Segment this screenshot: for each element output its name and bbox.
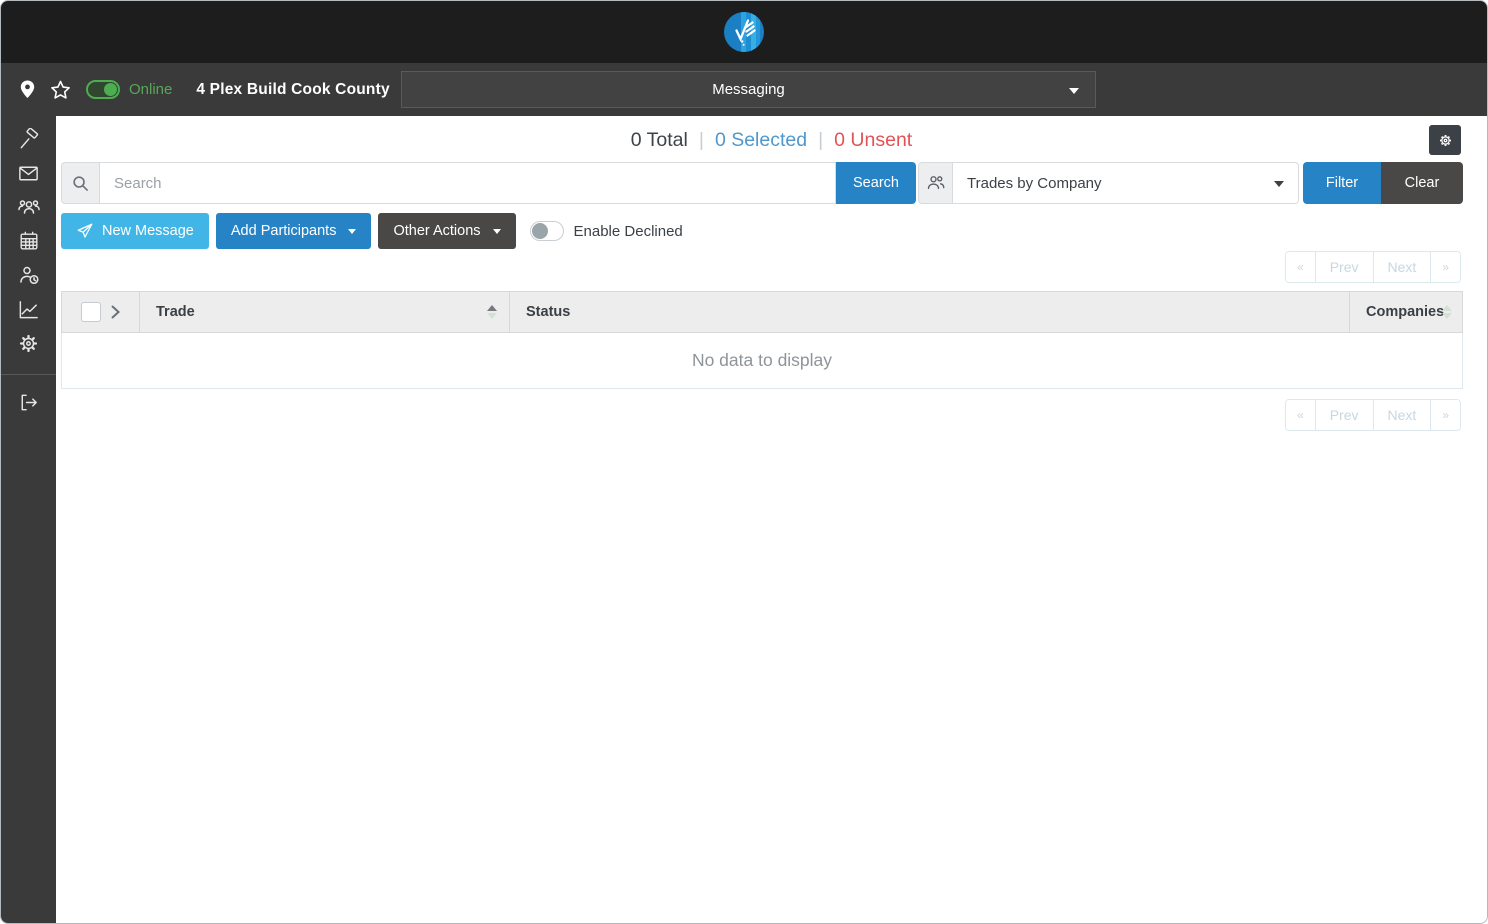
gear-icon bbox=[1439, 134, 1451, 146]
add-participants-label: Add Participants bbox=[230, 223, 337, 239]
select-all-cell bbox=[62, 292, 139, 332]
column-header-status[interactable]: Status bbox=[509, 292, 1349, 332]
total-count: 0 Total bbox=[630, 129, 688, 151]
map-pin-icon[interactable] bbox=[20, 80, 35, 99]
top-bar bbox=[1, 1, 1487, 63]
star-icon[interactable] bbox=[50, 80, 71, 100]
logout-icon bbox=[21, 394, 37, 410]
next-page-button[interactable]: Next bbox=[1372, 252, 1431, 282]
sidebar-divider bbox=[1, 374, 56, 375]
search-row: Search Trades by Company bbox=[61, 162, 1463, 204]
page-select-messaging[interactable]: Messaging bbox=[401, 71, 1096, 108]
caret-down-icon bbox=[1274, 181, 1284, 187]
buildingconnected-logo-icon[interactable] bbox=[724, 12, 764, 52]
search-input-group bbox=[61, 162, 836, 204]
search-input[interactable] bbox=[99, 162, 836, 204]
sidebar-item-line-chart[interactable] bbox=[1, 292, 56, 326]
unsent-count[interactable]: 0 Unsent bbox=[834, 129, 912, 152]
sidebar-item-mail[interactable] bbox=[1, 156, 56, 190]
other-actions-button[interactable]: Other Actions bbox=[378, 213, 516, 249]
calendar-icon bbox=[20, 231, 37, 250]
messages-table: Trade Status Companies No data to displa… bbox=[61, 291, 1463, 389]
table-settings-button[interactable] bbox=[1429, 125, 1461, 155]
sidebar-item-logout[interactable] bbox=[1, 385, 56, 419]
group-by-group: Trades by Company bbox=[918, 162, 1299, 204]
people-duo-icon bbox=[927, 176, 944, 190]
column-header-companies[interactable]: Companies bbox=[1349, 292, 1464, 332]
new-message-label: New Message bbox=[102, 223, 194, 239]
last-page-button[interactable]: » bbox=[1430, 400, 1460, 430]
search-button[interactable]: Search bbox=[836, 162, 916, 204]
column-label: Status bbox=[526, 304, 571, 320]
sort-up-icon bbox=[1442, 305, 1452, 311]
sidebar-item-hammer[interactable] bbox=[1, 122, 56, 156]
toggle-knob bbox=[104, 83, 117, 96]
main-content: 0 Total | 0 Selected | 0 Unsent Search S… bbox=[56, 116, 1487, 923]
message-counts: 0 Total | 0 Selected | 0 Unsent bbox=[56, 129, 1487, 152]
sort-down-icon bbox=[487, 313, 497, 319]
sidebar bbox=[1, 116, 56, 923]
first-page-button[interactable]: « bbox=[1286, 400, 1315, 430]
enable-declined-toggle[interactable] bbox=[529, 221, 564, 241]
next-page-button[interactable]: Next bbox=[1372, 400, 1431, 430]
group-by-select[interactable]: Trades by Company bbox=[952, 162, 1299, 204]
search-addon bbox=[61, 162, 99, 204]
search-icon bbox=[73, 175, 88, 191]
caret-down-icon bbox=[348, 228, 357, 234]
sort-up-icon bbox=[487, 305, 497, 311]
pagination-top: « Prev Next » bbox=[1285, 251, 1461, 283]
paper-plane-icon bbox=[77, 223, 93, 238]
select-all-checkbox[interactable] bbox=[81, 302, 101, 322]
caret-down-icon bbox=[1069, 88, 1079, 94]
page-select-label: Messaging bbox=[712, 81, 785, 98]
line-chart-icon bbox=[19, 300, 38, 318]
last-page-button[interactable]: » bbox=[1430, 252, 1460, 282]
selected-count[interactable]: 0 Selected bbox=[715, 129, 807, 152]
person-clock-icon bbox=[19, 266, 39, 285]
sidebar-item-calendar[interactable] bbox=[1, 224, 56, 258]
column-label: Trade bbox=[156, 304, 195, 320]
sidebar-item-settings[interactable] bbox=[1, 326, 56, 360]
new-message-button[interactable]: New Message bbox=[61, 213, 209, 249]
sort-indicator bbox=[1442, 305, 1452, 319]
online-toggle[interactable] bbox=[86, 80, 120, 99]
first-page-button[interactable]: « bbox=[1286, 252, 1315, 282]
app-window: Online 4 Plex Build Cook County Messagin… bbox=[0, 0, 1488, 924]
other-actions-label: Other Actions bbox=[393, 223, 481, 239]
filter-button[interactable]: Filter bbox=[1303, 162, 1381, 204]
mail-icon bbox=[19, 166, 38, 180]
actions-row: New Message Add Participants Other Actio… bbox=[61, 213, 683, 249]
table-body: No data to display bbox=[61, 333, 1463, 389]
caret-down-icon bbox=[492, 228, 501, 234]
prev-page-button[interactable]: Prev bbox=[1314, 252, 1373, 282]
table-header: Trade Status Companies bbox=[61, 291, 1463, 333]
empty-message: No data to display bbox=[691, 350, 833, 370]
group-by-addon bbox=[918, 162, 952, 204]
count-separator: | bbox=[698, 129, 704, 151]
sort-indicator-ascending bbox=[487, 305, 497, 319]
enable-declined-label: Enable Declined bbox=[573, 222, 683, 240]
online-label: Online bbox=[129, 81, 173, 98]
hammer-icon bbox=[20, 127, 39, 148]
sidebar-item-people-group[interactable] bbox=[1, 190, 56, 224]
pagination-bottom: « Prev Next » bbox=[1285, 399, 1461, 431]
prev-page-button[interactable]: Prev bbox=[1314, 400, 1373, 430]
gear-icon bbox=[19, 334, 38, 352]
people-group-icon bbox=[17, 200, 40, 214]
count-separator: | bbox=[818, 129, 824, 151]
project-bar: Online 4 Plex Build Cook County Messagin… bbox=[1, 63, 1487, 116]
clear-button[interactable]: Clear bbox=[1381, 162, 1463, 204]
filter-group: Filter Clear bbox=[1303, 162, 1463, 204]
toggle-knob bbox=[531, 223, 548, 239]
project-name: 4 Plex Build Cook County bbox=[196, 80, 390, 98]
column-label: Companies bbox=[1366, 304, 1445, 320]
chevron-right-icon[interactable] bbox=[111, 305, 120, 319]
column-header-trade[interactable]: Trade bbox=[139, 292, 509, 332]
sort-down-icon bbox=[1442, 313, 1452, 319]
sidebar-item-person-clock[interactable] bbox=[1, 258, 56, 292]
add-participants-button[interactable]: Add Participants bbox=[215, 213, 372, 249]
group-by-value: Trades by Company bbox=[967, 174, 1102, 192]
